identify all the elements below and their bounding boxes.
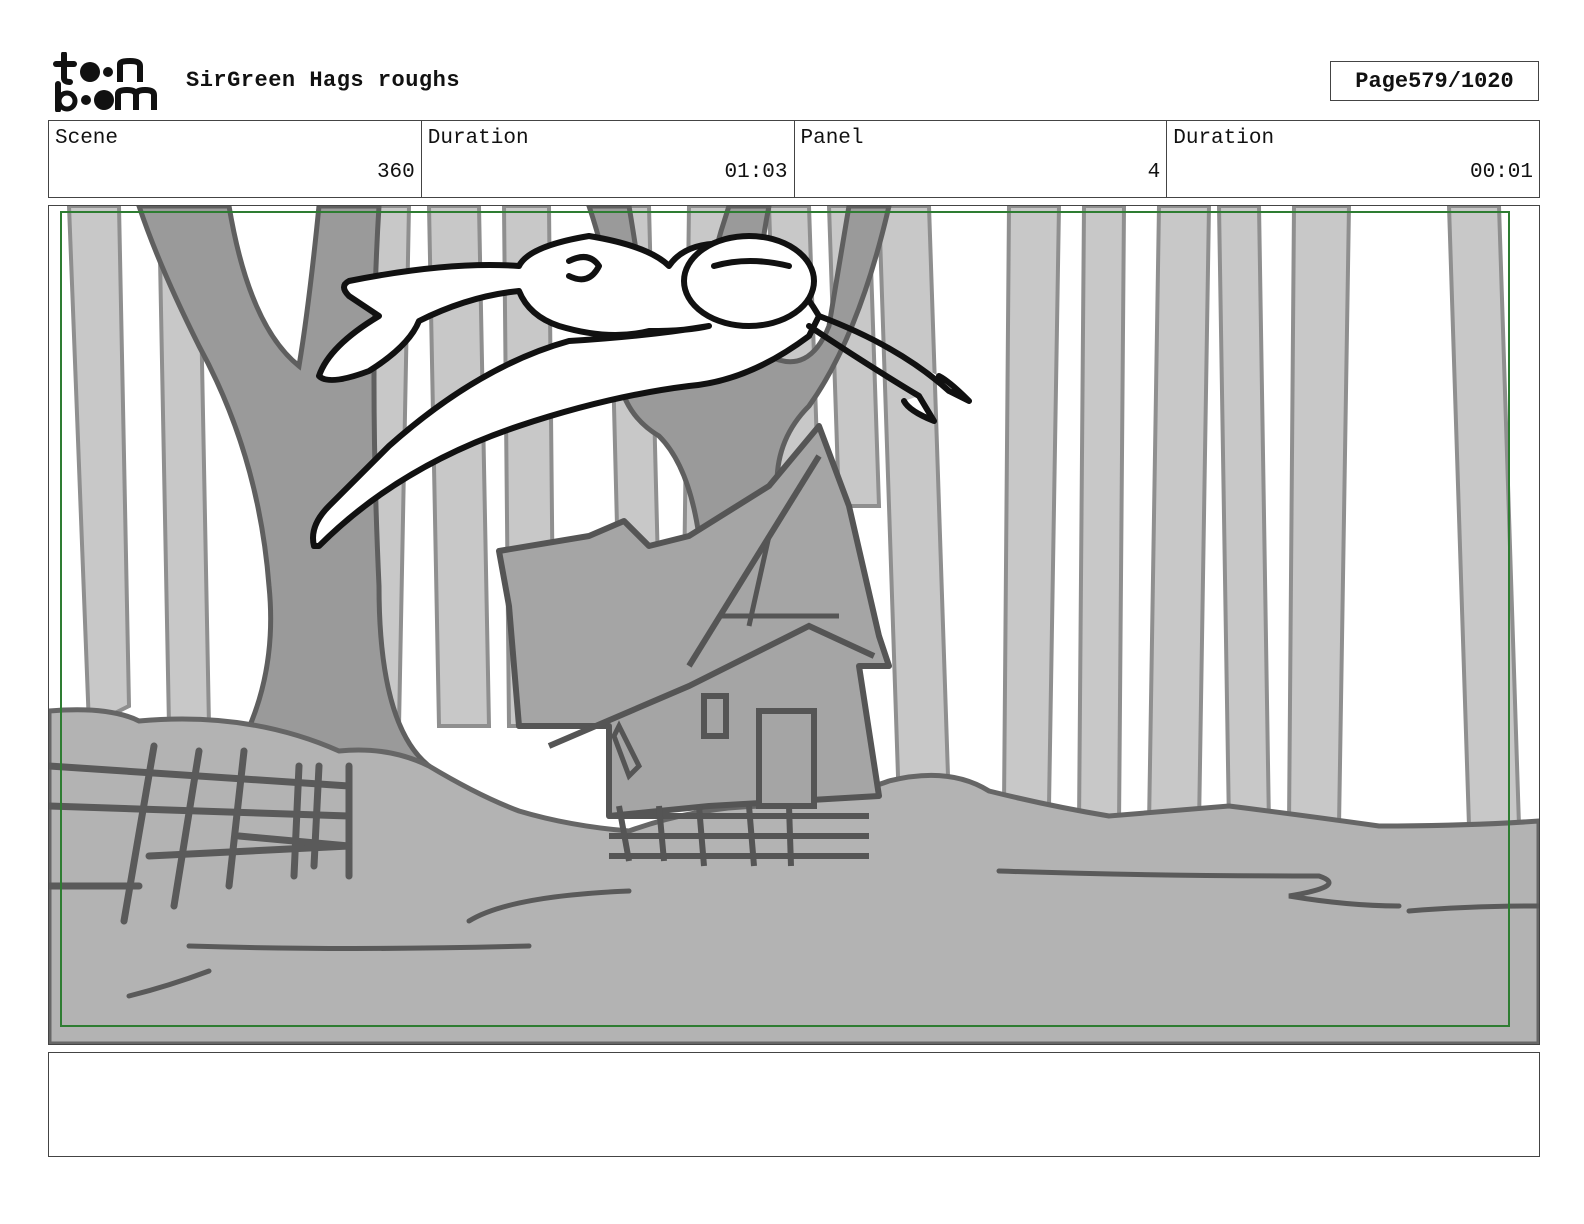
- panel-cell: Panel 4: [793, 121, 1167, 197]
- scene-duration-label: Duration: [427, 127, 529, 150]
- notes-box: [48, 1052, 1540, 1157]
- page-label: Page: [1355, 68, 1409, 94]
- panel-duration-label: Duration: [1173, 127, 1275, 150]
- scene-value: 360: [376, 161, 415, 184]
- scene-duration-value: 01:03: [724, 161, 788, 184]
- project-title: SirGreen Hags roughs: [186, 68, 461, 93]
- scene-info-table: Scene 360 Duration 01:03 Panel 4 Duratio…: [48, 120, 1540, 198]
- panel-duration-cell: Duration 00:01: [1166, 121, 1539, 197]
- page-indicator: Page 579/1020: [1330, 61, 1539, 101]
- panel-label: Panel: [800, 127, 864, 150]
- storyboard-panel: [48, 205, 1540, 1045]
- toonboom-logo-icon: [52, 51, 164, 113]
- scene-cell: Scene 360: [49, 121, 421, 197]
- panel-sketch-image: [49, 206, 1539, 1044]
- page-number: 579/1020: [1408, 68, 1514, 94]
- scene-label: Scene: [55, 127, 119, 150]
- scene-duration-cell: Duration 01:03: [420, 121, 794, 197]
- panel-value: 4: [1147, 161, 1161, 184]
- panel-duration-value: 00:01: [1469, 161, 1533, 184]
